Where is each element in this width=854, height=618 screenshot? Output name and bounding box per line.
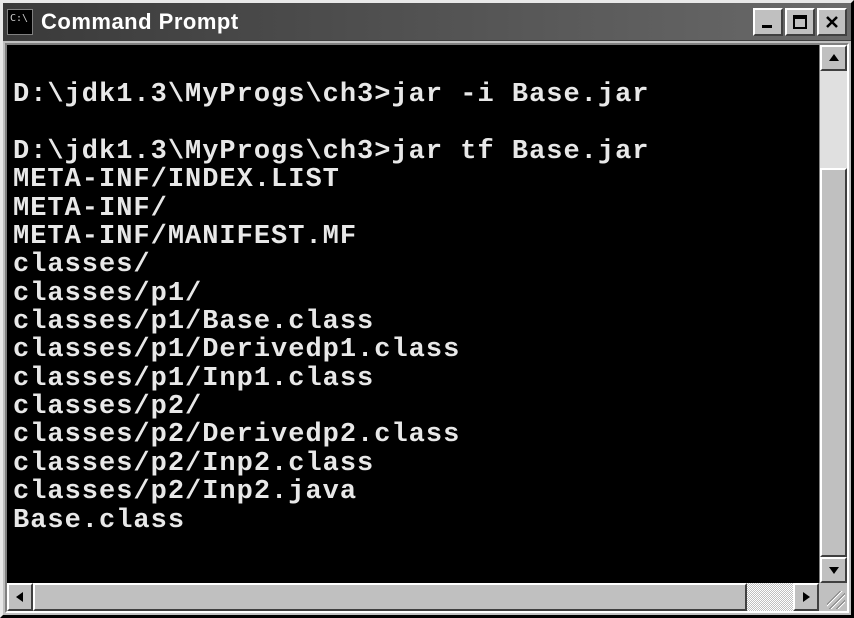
maximize-button[interactable] [785,8,815,36]
window-controls [753,8,847,36]
close-button[interactable] [817,8,847,36]
command-prompt-window: Command Prompt D:\jdk1.3\MyProgs\ch3>jar… [0,0,854,618]
minimize-button[interactable] [753,8,783,36]
resize-grip[interactable] [819,583,847,611]
scroll-up-button[interactable] [820,45,847,71]
horizontal-scroll-thumb[interactable] [33,583,747,611]
client-area: D:\jdk1.3\MyProgs\ch3>jar -i Base.jar D:… [5,43,849,613]
vertical-scrollbar[interactable] [819,45,847,583]
vertical-scroll-track[interactable] [820,71,847,557]
content-row: D:\jdk1.3\MyProgs\ch3>jar -i Base.jar D:… [7,45,847,583]
console-output[interactable]: D:\jdk1.3\MyProgs\ch3>jar -i Base.jar D:… [7,45,819,583]
titlebar[interactable]: Command Prompt [3,3,851,41]
scroll-left-button[interactable] [7,583,33,611]
horizontal-scroll-track[interactable] [33,583,793,611]
vertical-scroll-thumb[interactable] [820,168,847,557]
horizontal-scrollbar[interactable] [7,583,847,611]
window-title: Command Prompt [41,9,753,35]
system-menu-icon[interactable] [7,9,33,35]
scroll-right-button[interactable] [793,583,819,611]
scroll-down-button[interactable] [820,557,847,583]
